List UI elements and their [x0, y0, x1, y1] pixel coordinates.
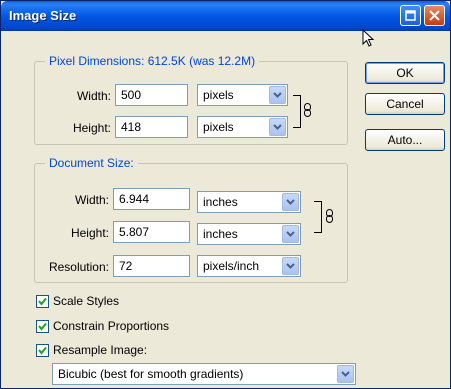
- checkbox-checked-icon[interactable]: [36, 343, 49, 357]
- constrain-proportions-label: Constrain Proportions: [53, 319, 170, 333]
- title-bar[interactable]: Image Size: [1, 1, 450, 31]
- doc-width-unit-select[interactable]: inches: [197, 191, 301, 213]
- dialog-title: Image Size: [9, 8, 77, 23]
- chain-link-icon: [304, 103, 311, 117]
- doc-link-bracket: [314, 201, 322, 233]
- checkbox-checked-icon[interactable]: [36, 294, 49, 308]
- chain-link-icon: [326, 209, 333, 223]
- resample-method-select[interactable]: Bicubic (best for smooth gradients): [52, 363, 356, 385]
- pixel-height-unit-value: pixels: [203, 120, 234, 134]
- help-button[interactable]: [400, 5, 421, 26]
- doc-width-unit-value: inches: [203, 195, 238, 209]
- chevron-down-icon: [269, 118, 286, 136]
- pixel-height-input[interactable]: [115, 116, 188, 138]
- pixel-height-unit-select[interactable]: pixels: [197, 116, 288, 138]
- checkbox-checked-icon[interactable]: [36, 319, 49, 333]
- resolution-label: Resolution:: [48, 260, 109, 274]
- chevron-down-icon: [282, 257, 299, 275]
- doc-height-input[interactable]: [113, 221, 190, 243]
- resolution-unit-value: pixels/inch: [203, 259, 260, 273]
- document-size-legend: Document Size:: [45, 156, 138, 170]
- chevron-down-icon: [282, 225, 299, 243]
- mouse-cursor-icon: [362, 29, 375, 47]
- resample-method-value: Bicubic (best for smooth gradients): [58, 367, 244, 381]
- auto-button[interactable]: Auto...: [365, 129, 445, 151]
- close-button[interactable]: [424, 5, 445, 26]
- pixel-dimensions-legend: Pixel Dimensions: 612.5K (was 12.2M): [45, 54, 260, 68]
- resolution-input[interactable]: [113, 255, 190, 277]
- doc-height-unit-value: inches: [203, 227, 238, 241]
- ok-button[interactable]: OK: [365, 62, 445, 84]
- scale-styles-label: Scale Styles: [53, 294, 120, 308]
- help-icon: [405, 10, 416, 21]
- close-icon: [429, 10, 440, 21]
- scale-styles-checkbox[interactable]: Scale Styles: [36, 293, 119, 309]
- resample-image-label: Resample Image:: [53, 343, 148, 357]
- cancel-button[interactable]: Cancel: [365, 93, 445, 115]
- chevron-down-icon: [337, 365, 354, 383]
- constrain-proportions-checkbox[interactable]: Constrain Proportions: [36, 318, 169, 334]
- doc-width-label: Width:: [74, 193, 109, 207]
- pixel-link-bracket: [293, 95, 301, 128]
- pixel-width-unit-select[interactable]: pixels: [197, 84, 288, 106]
- pixel-width-unit-value: pixels: [203, 88, 234, 102]
- doc-width-input[interactable]: [113, 188, 190, 210]
- resample-image-checkbox[interactable]: Resample Image:: [36, 342, 147, 358]
- pixel-width-label: Width:: [76, 89, 111, 103]
- image-size-dialog: Image Size Pixel Dimensions: 612.5K (was…: [0, 0, 451, 389]
- resolution-unit-select[interactable]: pixels/inch: [197, 255, 301, 277]
- chevron-down-icon: [282, 193, 299, 211]
- pixel-height-label: Height:: [72, 121, 111, 135]
- doc-height-label: Height:: [70, 226, 109, 240]
- doc-height-unit-select[interactable]: inches: [197, 223, 301, 245]
- chevron-down-icon: [269, 86, 286, 104]
- pixel-width-input[interactable]: [115, 84, 188, 106]
